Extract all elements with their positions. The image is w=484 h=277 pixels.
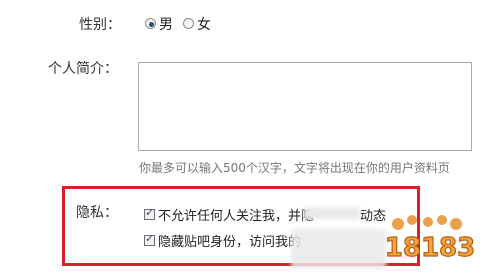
privacy-no-follow-checkbox[interactable] — [144, 206, 155, 220]
privacy-obscured-text — [304, 207, 360, 219]
watermark-text: 18183 — [385, 233, 475, 263]
privacy-label: 隐私： — [76, 205, 118, 221]
gender-label: 性别： — [79, 17, 121, 33]
gender-female-label[interactable]: 女 — [197, 14, 211, 34]
gender-male-radio[interactable] — [145, 18, 156, 29]
gender-female-radio[interactable] — [183, 18, 194, 29]
bio-label: 个人简介： — [48, 61, 118, 77]
privacy-obscured-text-2 — [291, 229, 386, 269]
privacy-hide-identity-checkbox[interactable] — [144, 232, 155, 246]
gender-male-label[interactable]: 男 — [159, 14, 173, 34]
watermark-logo-icon: 18183 — [384, 215, 476, 264]
bio-hint: 你最多可以输入500个汉字，文字将出现在你的用户资料页 — [139, 161, 450, 175]
watermark-logo: 18183 — [376, 210, 484, 273]
privacy-no-follow-label[interactable]: 不允许任何人关注我，并隐 — [158, 205, 314, 224]
bio-textarea[interactable] — [138, 62, 472, 151]
privacy-hide-identity-label[interactable]: 隐藏贴吧身份，访问我的 — [158, 231, 301, 250]
